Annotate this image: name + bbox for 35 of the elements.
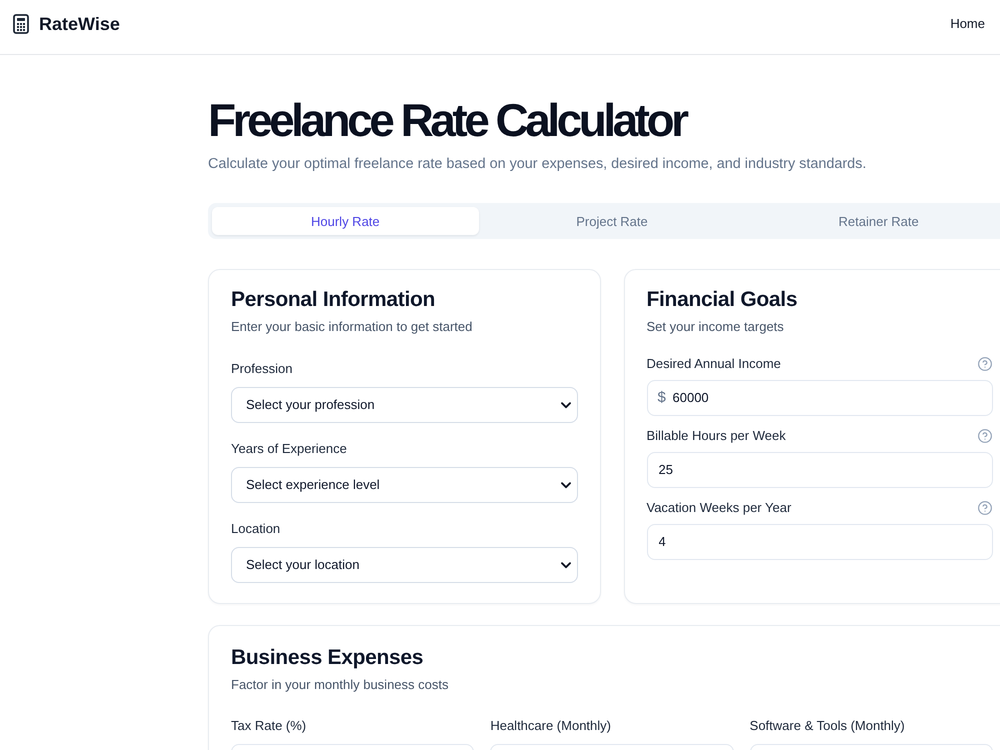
help-icon[interactable] — [978, 428, 992, 443]
calculator-icon — [13, 14, 29, 34]
tab[interactable]: Project Rate — [478, 207, 746, 236]
field-label: Profession — [231, 360, 294, 377]
dropdown-field[interactable]: Select experience level — [231, 466, 578, 503]
input-field[interactable]: 4 — [646, 524, 993, 560]
field-label: Location — [231, 520, 282, 537]
chevron-down-icon — [560, 562, 570, 569]
field-label: Tax Rate (%) — [231, 718, 308, 734]
help-icon[interactable] — [978, 500, 992, 515]
nav-link[interactable]: Home — [950, 16, 985, 31]
dropdown-field[interactable]: Select your profession — [231, 386, 578, 423]
card-title: Personal Information — [231, 287, 436, 314]
card-description: Set your income targets — [646, 318, 785, 336]
chevron-down-icon — [560, 482, 570, 489]
card-description: Factor in your monthly business costs — [231, 676, 450, 694]
field-label: Vacation Weeks per Year — [646, 500, 792, 516]
help-icon[interactable] — [978, 356, 992, 371]
field-label: Software & Tools (Monthly) — [750, 718, 906, 734]
card-title: Business Expenses — [231, 644, 424, 671]
page-title: Freelance Rate Calculator — [208, 95, 688, 146]
field-label: Healthcare (Monthly) — [490, 718, 612, 734]
dropdown-field[interactable]: Select your location — [231, 546, 578, 583]
field-label: Desired Annual Income — [646, 356, 781, 372]
currency-symbol: $ — [658, 388, 666, 407]
card-description: Enter your basic information to get started — [231, 318, 474, 336]
tab[interactable]: Retainer Rate — [745, 207, 1000, 236]
field-label: Years of Experience — [231, 440, 348, 457]
brand-name: RateWise — [39, 14, 120, 34]
tab[interactable]: Hourly Rate — [212, 207, 479, 236]
input-field[interactable]: 25 — [646, 452, 993, 488]
card-title: Financial Goals — [646, 287, 798, 314]
field-label: Billable Hours per Week — [646, 428, 786, 444]
chevron-down-icon — [560, 402, 570, 409]
page-subtitle: Calculate your optimal freelance rate based on your expenses, desired income, and industry standards. — [208, 154, 868, 174]
